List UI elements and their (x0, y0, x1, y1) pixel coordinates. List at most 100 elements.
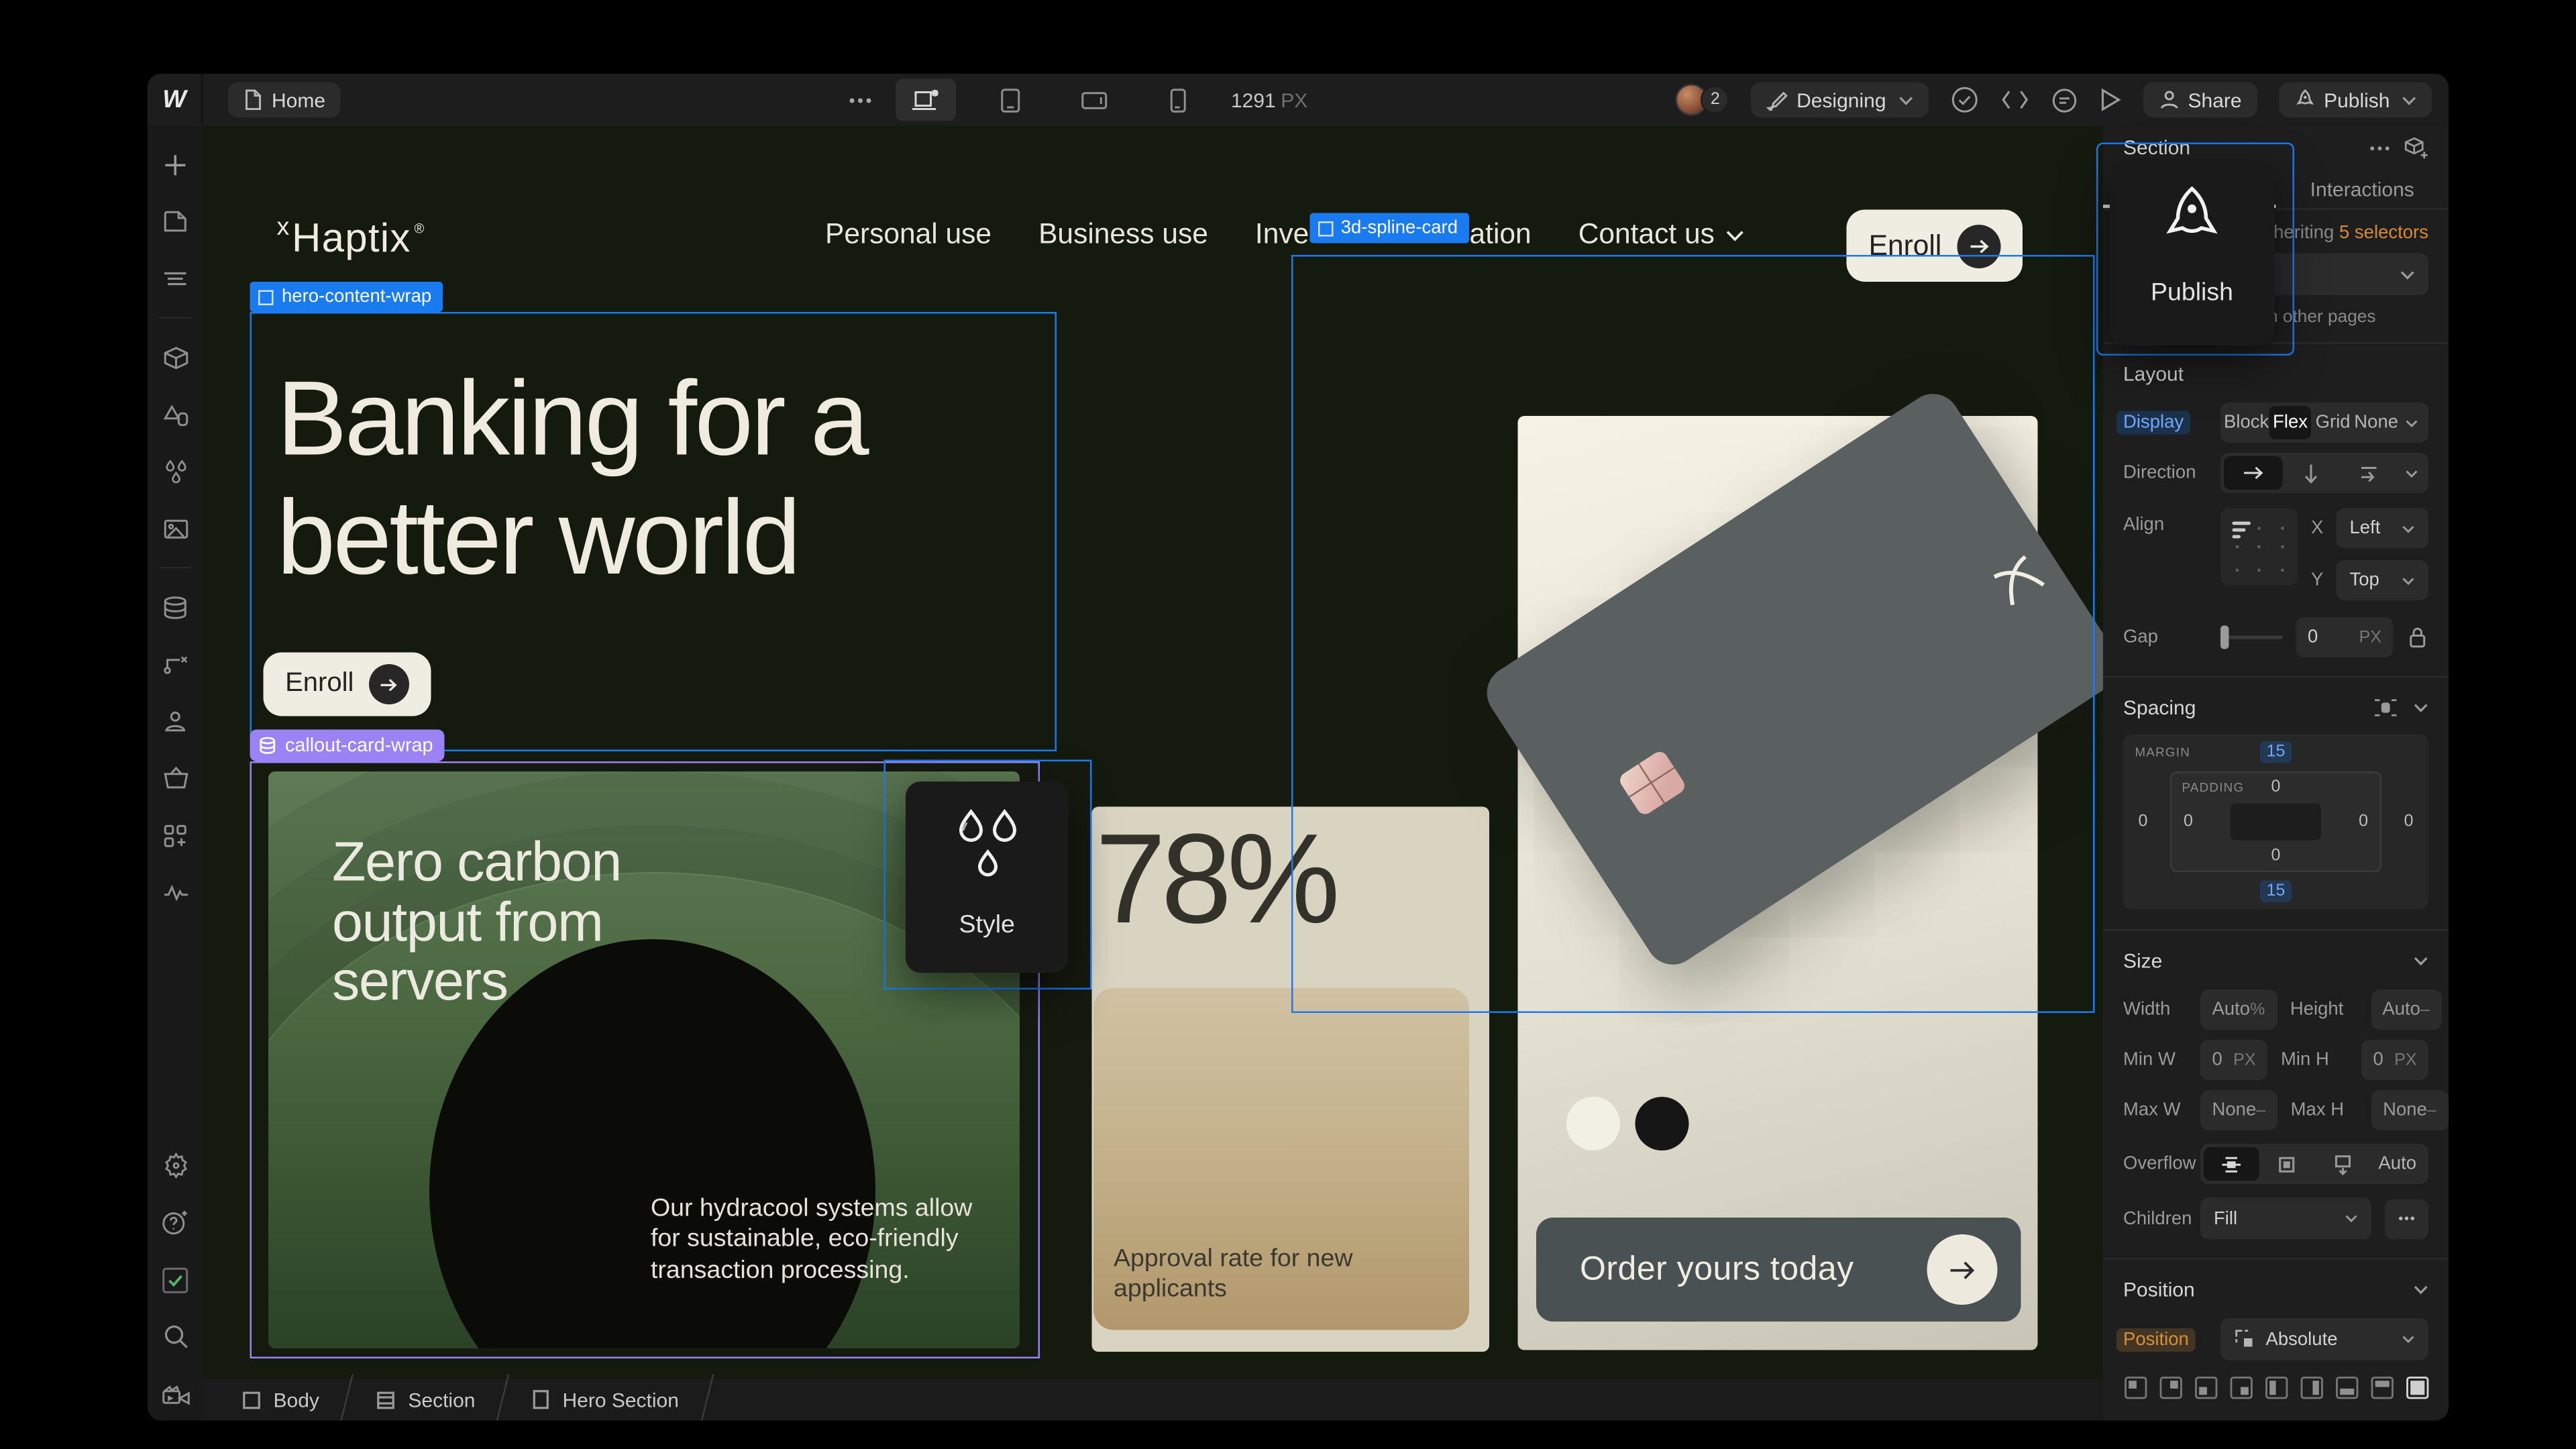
breakpoint-desktop-button[interactable] (896, 79, 956, 121)
max-width-input[interactable]: None– (2200, 1090, 2277, 1130)
display-grid-option[interactable]: Grid (2312, 406, 2355, 439)
margin-bottom-value[interactable]: 15 (2260, 881, 2292, 903)
width-unit[interactable]: % (2250, 1000, 2265, 1019)
max-height-input[interactable]: None– (2371, 1090, 2449, 1130)
more-breakpoints-icon[interactable] (849, 97, 872, 103)
add-element-icon[interactable] (155, 144, 195, 184)
collaborator-count-badge[interactable]: 2 (1701, 86, 1730, 115)
site-logo[interactable]: x Haptix ® (277, 217, 425, 264)
create-component-icon[interactable] (2404, 137, 2429, 160)
apps-icon[interactable] (155, 815, 195, 855)
padding-bottom-value[interactable]: 0 (2271, 847, 2281, 866)
mode-dropdown[interactable]: Designing (1752, 83, 1928, 118)
page-selector-button[interactable]: Home (228, 83, 341, 118)
x-align-dropdown[interactable]: Left (2337, 508, 2429, 549)
breadcrumb-section[interactable]: Section (360, 1379, 492, 1421)
canvas-width-value[interactable]: 1291 (1231, 88, 1276, 111)
image-assets-icon[interactable] (155, 508, 195, 549)
position-preset-bottom-right[interactable] (2229, 1375, 2255, 1401)
chevron-down-icon[interactable] (2398, 419, 2425, 427)
help-icon[interactable] (155, 1203, 195, 1243)
zoom-search-icon[interactable] (155, 1317, 195, 1357)
padding-left-value[interactable]: 0 (2184, 812, 2193, 831)
width-input[interactable]: Auto% (2200, 989, 2277, 1030)
display-flex-option[interactable]: Flex (2269, 406, 2312, 439)
padding-right-value[interactable]: 0 (2359, 812, 2368, 831)
children-more-button[interactable] (2385, 1198, 2428, 1238)
direction-column-option[interactable] (2282, 456, 2341, 490)
position-label[interactable]: Position (2116, 1328, 2196, 1351)
align-grid-control[interactable] (2220, 508, 2298, 586)
min-height-input[interactable]: 0PX (2361, 1040, 2428, 1080)
ecommerce-icon[interactable] (155, 758, 195, 798)
nav-link-investor-relation[interactable]: Inve3d-spline-cardation (1255, 218, 1532, 252)
margin-right-value[interactable]: 0 (2404, 812, 2414, 831)
margin-left-value[interactable]: 0 (2139, 812, 2148, 831)
publish-button[interactable]: Publish (2279, 83, 2432, 118)
chevron-down-icon[interactable] (2414, 1285, 2429, 1295)
breadcrumb-body[interactable]: Body (225, 1379, 336, 1421)
nav-link-personal-use[interactable]: Personal use (825, 218, 991, 252)
share-button[interactable]: Share (2143, 83, 2257, 118)
display-label[interactable]: Display (2116, 411, 2190, 435)
direction-row-option[interactable] (2224, 456, 2282, 490)
gap-lock-icon[interactable] (2407, 626, 2429, 649)
position-preset-bottom-left[interactable] (2194, 1375, 2219, 1401)
display-block-option[interactable]: Block (2224, 406, 2269, 439)
overflow-scroll-option[interactable] (2314, 1147, 2370, 1181)
overflow-hidden-option[interactable] (2259, 1147, 2315, 1181)
variables-droplets-icon[interactable] (155, 451, 195, 492)
height-unit[interactable]: – (2420, 1000, 2430, 1019)
hero-content-wrap-chip[interactable]: hero-content-wrap (250, 282, 443, 313)
max-height-unit[interactable]: – (2427, 1101, 2436, 1120)
card-color-toggle-cream[interactable] (1566, 1097, 1620, 1150)
panel-more-icon[interactable] (2370, 146, 2390, 151)
breakpoint-tablet-button[interactable] (979, 79, 1040, 121)
spacing-box-model[interactable]: MARGIN 15 15 0 0 PADDING 0 0 0 0 (2123, 735, 2428, 909)
min-width-unit[interactable]: PX (2233, 1051, 2255, 1069)
checklist-icon[interactable] (155, 1260, 195, 1300)
hero-enroll-button[interactable]: Enroll (264, 653, 431, 716)
saved-status-icon[interactable] (1950, 86, 1979, 115)
position-preset-full[interactable] (2405, 1375, 2430, 1401)
max-width-unit[interactable]: – (2256, 1101, 2265, 1120)
components-icon[interactable] (155, 337, 195, 378)
publish-drag-tooltip[interactable]: Publish (2110, 161, 2274, 345)
order-button[interactable]: Order yours today (1536, 1218, 2021, 1322)
spline-card-selection-label[interactable]: 3d-spline-card (1309, 213, 1469, 244)
design-canvas[interactable]: x Haptix ® Personal use Business use Inv… (203, 126, 2104, 1379)
nav-link-business-use[interactable]: Business use (1038, 218, 1208, 252)
preview-icon[interactable] (2099, 87, 2121, 113)
display-none-option[interactable]: None (2354, 406, 2398, 439)
chevron-down-icon[interactable] (2414, 956, 2429, 966)
min-height-unit[interactable]: PX (2394, 1051, 2416, 1069)
nav-link-contact-us[interactable]: Contact us (1578, 218, 1745, 252)
direction-wrap-option[interactable] (2340, 456, 2398, 490)
video-tutorials-icon[interactable] (155, 1374, 195, 1414)
overflow-auto-option[interactable]: Auto (2370, 1147, 2426, 1181)
position-preset-top-right[interactable] (2159, 1375, 2184, 1401)
margin-top-value[interactable]: 15 (2260, 741, 2292, 763)
spacing-mode-icon[interactable] (2373, 698, 2399, 718)
logic-icon[interactable] (155, 644, 195, 684)
y-align-dropdown[interactable]: Top (2337, 560, 2429, 600)
stat-card[interactable]: 78% Approval rate for new applicants (1092, 807, 1490, 1352)
padding-top-value[interactable]: 0 (2271, 778, 2281, 797)
style-drag-tooltip[interactable]: Style (906, 782, 1069, 973)
position-preset-top-left[interactable] (2123, 1375, 2149, 1401)
settings-icon[interactable] (155, 1146, 195, 1186)
gap-input[interactable]: 0PX (2296, 617, 2394, 657)
min-width-input[interactable]: 0PX (2200, 1040, 2267, 1080)
chevron-down-icon[interactable] (2414, 703, 2429, 713)
breakpoint-mobile-portrait-button[interactable] (1147, 79, 1208, 121)
overflow-visible-option[interactable] (2204, 1147, 2259, 1181)
users-icon[interactable] (155, 701, 195, 741)
navigator-icon[interactable] (155, 258, 195, 299)
collaborators[interactable]: 2 (1676, 84, 1729, 116)
position-dropdown[interactable]: Absolute (2220, 1318, 2428, 1360)
selector-count[interactable]: 5 selectors (2339, 223, 2428, 244)
breakpoint-mobile-landscape-button[interactable] (1063, 79, 1124, 121)
position-preset-top[interactable] (2370, 1375, 2396, 1401)
audit-icon[interactable] (155, 872, 195, 912)
position-preset-right[interactable] (2300, 1375, 2325, 1401)
